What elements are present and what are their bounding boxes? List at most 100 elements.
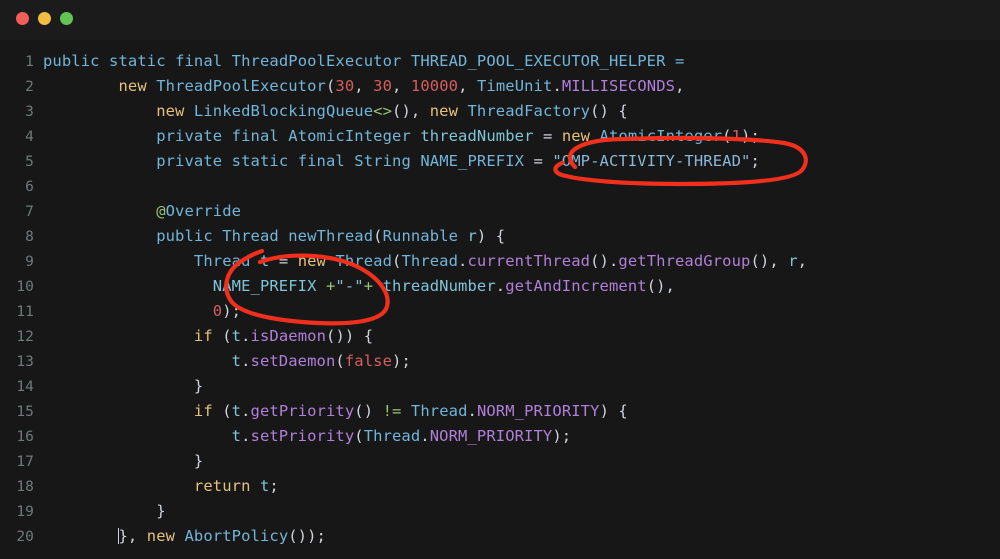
token: , bbox=[392, 77, 411, 95]
line-number: 17 bbox=[16, 454, 34, 470]
line-source: new LinkedBlockingQueue<>(), new ThreadF… bbox=[43, 102, 628, 120]
line-source: 0); bbox=[43, 302, 241, 320]
code-line-7[interactable]: 7 @Override bbox=[0, 199, 1000, 224]
line-number: 8 bbox=[25, 229, 34, 245]
token: MILLISECONDS bbox=[561, 77, 676, 95]
code-line-13[interactable]: 13 t.setDaemon(false); bbox=[0, 349, 1000, 374]
token: t bbox=[231, 402, 242, 420]
token: ( bbox=[325, 77, 336, 95]
token: final bbox=[175, 52, 223, 70]
token: r bbox=[467, 227, 477, 245]
token: , bbox=[354, 77, 374, 95]
line-number: 11 bbox=[16, 304, 34, 320]
zoom-window-button[interactable] bbox=[60, 12, 73, 25]
code-line-11[interactable]: 11 0); bbox=[0, 299, 1000, 324]
code-line-3[interactable]: 3 new LinkedBlockingQueue<>(), new Threa… bbox=[0, 99, 1000, 124]
line-source: public static final ThreadPoolExecutor T… bbox=[43, 52, 684, 70]
code-line-1[interactable]: 1 public static final ThreadPoolExecutor … bbox=[0, 49, 1000, 74]
token: () { bbox=[590, 102, 628, 120]
line-source: }, new AbortPolicy()); bbox=[43, 527, 326, 545]
token: private bbox=[156, 152, 223, 170]
token: static bbox=[109, 52, 166, 70]
line-source: } bbox=[43, 502, 166, 520]
line-source: public Thread newThread(Runnable r) { bbox=[43, 227, 505, 245]
token: new bbox=[118, 77, 147, 95]
token: new bbox=[297, 252, 326, 270]
token: getThreadGroup bbox=[618, 252, 751, 270]
code-line-12[interactable]: 12 if (t.isDaemon()) { bbox=[0, 324, 1000, 349]
line-number: 9 bbox=[25, 254, 34, 270]
token: r bbox=[788, 252, 798, 270]
line-source: if (t.isDaemon()) { bbox=[43, 327, 373, 345]
code-line-2[interactable]: 2 new ThreadPoolExecutor(30, 30, 10000, … bbox=[0, 74, 1000, 99]
token: }, bbox=[118, 527, 147, 545]
token: ); bbox=[222, 302, 242, 320]
code-line-5[interactable]: 5 private static final String NAME_PREFI… bbox=[0, 149, 1000, 174]
token: . bbox=[241, 402, 251, 420]
line-source: Thread t = new Thread(Thread.currentThre… bbox=[43, 252, 807, 270]
code-line-10[interactable]: 10 NAME_PREFIX +"-"+ threadNumber.getAnd… bbox=[0, 274, 1000, 299]
token: 1 bbox=[731, 127, 742, 145]
token: . bbox=[241, 352, 251, 370]
code-line-6[interactable]: 6 bbox=[0, 174, 1000, 199]
token: THREAD_POOL_EXECUTOR_HELPER bbox=[410, 52, 666, 70]
code-line-9[interactable]: 9 Thread t = new Thread(Thread.currentTh… bbox=[0, 249, 1000, 274]
window-titlebar bbox=[0, 0, 1000, 40]
code-line-20[interactable]: 20 }, new AbortPolicy()); bbox=[0, 524, 1000, 549]
line-source: @Override bbox=[43, 202, 241, 220]
token: new bbox=[146, 527, 176, 545]
token: ; bbox=[269, 477, 279, 495]
token: setPriority bbox=[250, 427, 355, 445]
token: ( bbox=[354, 427, 364, 445]
token: if bbox=[193, 402, 213, 420]
code-line-8[interactable]: 8 public Thread newThread(Runnable r) { bbox=[0, 224, 1000, 249]
code-line-19[interactable]: 19 } bbox=[0, 499, 1000, 524]
token: ) { bbox=[599, 402, 628, 420]
token: ()); bbox=[288, 527, 326, 545]
token: ThreadPoolExecutor bbox=[231, 52, 402, 70]
token: } bbox=[193, 452, 204, 470]
code-line-17[interactable]: 17 } bbox=[0, 449, 1000, 474]
token: NAME_PREFIX bbox=[420, 152, 525, 170]
code-editor[interactable]: 1 public static final ThreadPoolExecutor … bbox=[0, 40, 1000, 559]
close-window-button[interactable] bbox=[16, 12, 29, 25]
token: ( bbox=[335, 352, 345, 370]
code-line-16[interactable]: 16 t.setPriority(Thread.NORM_PRIORITY); bbox=[0, 424, 1000, 449]
token: ThreadFactory bbox=[467, 102, 591, 120]
token: , bbox=[458, 77, 477, 95]
token: ; bbox=[750, 152, 760, 170]
token: ) { bbox=[476, 227, 506, 245]
code-line-14[interactable]: 14 } bbox=[0, 374, 1000, 399]
code-line-15[interactable]: 15 if (t.getPriority() != Thread.NORM_PR… bbox=[0, 399, 1000, 424]
token: 0 bbox=[212, 302, 223, 320]
token: Thread bbox=[193, 252, 251, 270]
minimize-window-button[interactable] bbox=[38, 12, 51, 25]
code-line-4[interactable]: 4 private final AtomicInteger threadNumb… bbox=[0, 124, 1000, 149]
token: NORM_PRIORITY bbox=[476, 402, 600, 420]
code-line-18[interactable]: 18 return t; bbox=[0, 474, 1000, 499]
line-number: 4 bbox=[25, 129, 34, 145]
token: threadNumber bbox=[420, 127, 534, 145]
token: Thread bbox=[222, 227, 279, 245]
token: public bbox=[43, 52, 100, 70]
line-number: 15 bbox=[16, 404, 34, 420]
token: . bbox=[467, 402, 477, 420]
line-number: 5 bbox=[25, 154, 34, 170]
